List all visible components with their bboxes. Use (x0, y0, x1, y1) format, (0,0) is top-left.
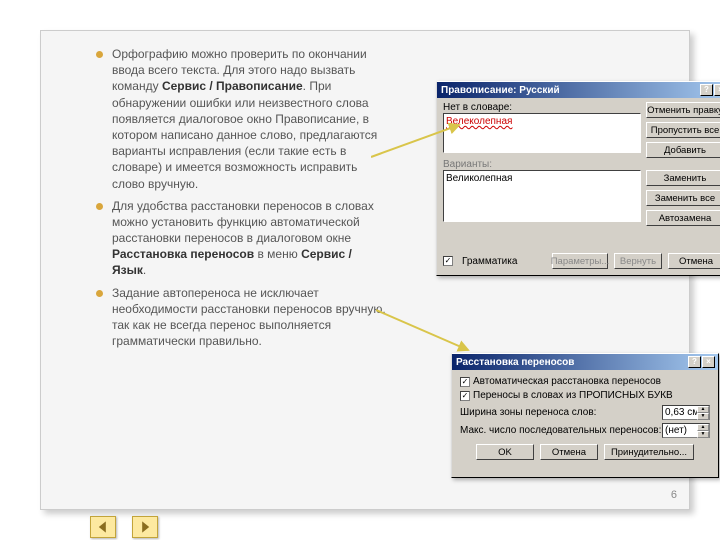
replace-button[interactable]: Заменить (646, 170, 720, 186)
spin-up-icon[interactable]: ▲ (697, 424, 709, 431)
zone-value: 0,63 см (665, 407, 699, 418)
zone-spin[interactable]: 0,63 см ▲▼ (662, 405, 710, 420)
suggestion: Великолепная (446, 173, 512, 184)
body-text: Орфографию можно проверить по окончании … (96, 46, 386, 355)
arrow-left-icon (96, 520, 110, 534)
misspelled-word: Велеколепная (446, 116, 512, 127)
nav-arrows (90, 516, 158, 538)
bullet-item: Орфографию можно проверить по окончании … (96, 46, 386, 192)
text: Для удобства расстановки переносов в сло… (112, 199, 374, 245)
add-button[interactable]: Добавить (646, 142, 720, 158)
caps-hyphen-label: Переносы в словах из ПРОПИСНЫХ БУКВ (473, 390, 673, 401)
titlebar[interactable]: Расстановка переносов ? × (452, 354, 718, 370)
not-in-dict-label: Нет в словаре: (443, 102, 641, 113)
variants-box[interactable]: Великолепная (443, 170, 641, 222)
help-button[interactable]: ? (700, 84, 713, 96)
close-button[interactable]: × (702, 356, 715, 368)
dialog-title: Правописание: Русский (441, 85, 560, 96)
next-slide-button[interactable] (132, 516, 158, 538)
bold: Расстановка переносов (112, 247, 254, 261)
spin-down-icon[interactable]: ▼ (697, 413, 709, 420)
spellcheck-dialog: Правописание: Русский ? × Нет в словаре:… (436, 81, 720, 276)
text: . При обнаружении ошибки или неизвестног… (112, 79, 377, 190)
grammar-label: Грамматика (462, 256, 517, 267)
annotation-arrow (376, 306, 476, 356)
cancel-button[interactable]: Отмена (668, 253, 720, 269)
text: Задание автопереноса не исключает необхо… (112, 286, 386, 349)
replace-all-button[interactable]: Заменить все (646, 190, 720, 206)
options-button[interactable]: Параметры... (552, 253, 608, 269)
prev-slide-button[interactable] (90, 516, 116, 538)
autocorrect-button[interactable]: Автозамена (646, 210, 720, 226)
slide-frame: Орфографию можно проверить по окончании … (40, 30, 690, 510)
ok-button[interactable]: OK (476, 444, 534, 460)
max-spin[interactable]: (нет) ▲▼ (662, 423, 710, 438)
titlebar[interactable]: Правописание: Русский ? × (437, 82, 720, 98)
bullet-item: Для удобства расстановки переносов в сло… (96, 198, 386, 279)
max-value: (нет) (665, 425, 687, 436)
text: в меню (254, 247, 301, 261)
cancel-button[interactable]: Отмена (540, 444, 598, 460)
help-button[interactable]: ? (688, 356, 701, 368)
undo-button[interactable]: Вернуть (614, 253, 662, 269)
hyphenation-dialog: Расстановка переносов ? × ✓ Автоматическ… (451, 353, 719, 478)
text: . (143, 263, 146, 277)
max-label: Макс. число последовательных переносов: (460, 425, 661, 436)
bold: Сервис / Правописание (162, 79, 303, 93)
force-button[interactable]: Принудительно... (604, 444, 694, 460)
bullet-item: Задание автопереноса не исключает необхо… (96, 285, 386, 350)
close-button[interactable]: × (714, 84, 720, 96)
arrow-right-icon (138, 520, 152, 534)
skip-all-button[interactable]: Пропустить все (646, 122, 720, 138)
zone-label: Ширина зоны переноса слов: (460, 407, 596, 418)
auto-hyphen-checkbox[interactable]: ✓ (460, 377, 470, 387)
auto-hyphen-label: Автоматическая расстановка переносов (473, 376, 661, 387)
spin-down-icon[interactable]: ▼ (697, 431, 709, 438)
variants-label: Варианты: (443, 159, 641, 170)
spin-up-icon[interactable]: ▲ (697, 406, 709, 413)
caps-hyphen-checkbox[interactable]: ✓ (460, 391, 470, 401)
page-number: 6 (671, 489, 677, 501)
not-in-dict-box[interactable]: Велеколепная (443, 113, 641, 153)
skip-button[interactable]: Отменить правку (646, 102, 720, 118)
grammar-checkbox[interactable]: ✓ (443, 256, 453, 266)
dialog-title: Расстановка переносов (456, 357, 574, 368)
